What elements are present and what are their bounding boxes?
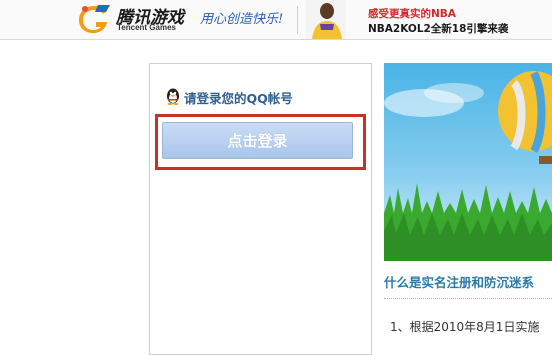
hot-air-balloon-icon (384, 71, 552, 261)
slogan-text: 用心创造快乐! (200, 12, 284, 27)
promo-banner-image[interactable] (384, 63, 552, 261)
login-prompt-text: 请登录您的QQ帐号 (184, 91, 293, 106)
login-panel: 请登录您的QQ帐号 点击登录 (149, 63, 372, 355)
anti-addiction-info-link[interactable]: 什么是实名注册和防沉迷系 (384, 272, 534, 291)
top-header: 腾讯游戏 Tencent Games 用心创造快乐! 感受更真实的NBA NBA… (0, 0, 552, 40)
login-button[interactable]: 点击登录 (162, 122, 353, 159)
logo-english-text: Tencent Games (117, 23, 176, 32)
promo-headline[interactable]: 感受更真实的NBA (368, 6, 456, 21)
info-divider (384, 298, 552, 299)
promo-subline[interactable]: NBA2KOL2全新18引擎来袭 (368, 21, 508, 36)
header-divider (297, 6, 298, 34)
basketball-player-image[interactable] (306, 0, 346, 39)
qq-penguin-icon (167, 88, 179, 105)
info-body-text: 1、根据2010年8月1日实施 (390, 320, 540, 334)
tencent-games-logo-icon[interactable] (76, 3, 112, 36)
